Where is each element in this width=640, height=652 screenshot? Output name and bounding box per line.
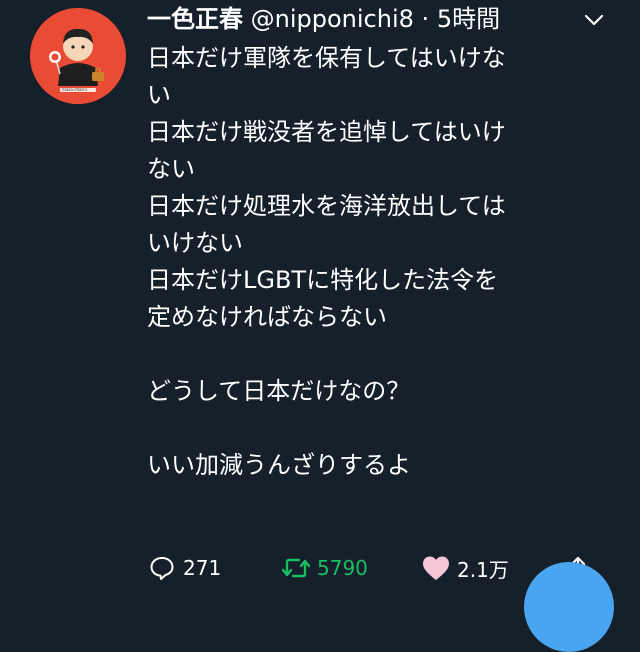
tweet-line: 日本だけ戦没者を追悼してはいけ: [147, 118, 506, 146]
tweet-text: 日本だけ軍隊を保有してはいけな い 日本だけ戦没者を追悼してはいけ ない 日本だ…: [147, 40, 607, 484]
like-button[interactable]: 2.1万: [421, 548, 509, 588]
tweet-header: 一色正春 @nipponichi8 · 5時間: [147, 2, 500, 36]
reply-button[interactable]: 271: [147, 548, 221, 588]
tweet-line: い: [147, 81, 171, 109]
avatar-caption: masa-chan's: [62, 87, 88, 92]
display-name[interactable]: 一色正春: [147, 5, 243, 33]
avatar[interactable]: masa-chan's: [30, 8, 126, 104]
tweet-line: 定めなければならない: [147, 303, 387, 331]
tweet-line: いけない: [147, 229, 243, 257]
tweet-line: どうして日本だけなの？: [147, 377, 411, 405]
tweet-line: 日本だけLGBTに特化した法令を: [147, 266, 499, 294]
heart-icon: [421, 553, 451, 583]
reply-count: 271: [183, 556, 222, 580]
tweet-timestamp[interactable]: 5時間: [437, 5, 500, 33]
speech-bubble-icon: [147, 553, 177, 583]
tweet-line: [147, 336, 607, 373]
tweet-line: ない: [147, 155, 195, 183]
tweet-line: いい加減うんざりするよ: [147, 451, 411, 479]
tweet-line: 日本だけ処理水を海洋放出しては: [147, 192, 506, 220]
compose-tweet-button[interactable]: [524, 562, 614, 652]
user-handle[interactable]: @nipponichi8: [251, 5, 414, 33]
separator-dot: ·: [421, 5, 430, 33]
retweet-icon: [281, 553, 311, 583]
chevron-down-icon[interactable]: [584, 12, 604, 26]
tweet-line: 日本だけ軍隊を保有してはいけな: [147, 44, 506, 72]
retweet-count: 5790: [317, 556, 368, 580]
retweet-button[interactable]: 5790: [281, 548, 368, 588]
like-count: 2.1万: [457, 557, 509, 582]
tweet-line: [147, 410, 607, 447]
